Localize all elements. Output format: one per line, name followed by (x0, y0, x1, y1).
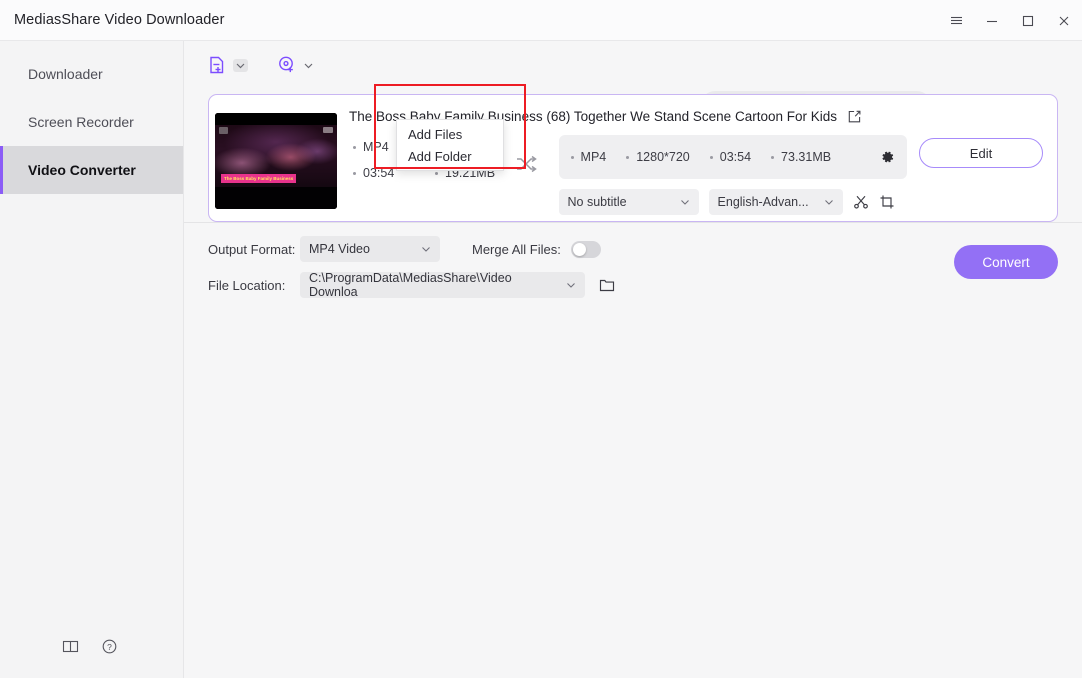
file-location-select[interactable]: C:\ProgramData\MediasShare\Video Downloa (300, 271, 585, 299)
chevron-down-icon (566, 280, 576, 290)
merge-all-files-toggle[interactable] (570, 240, 601, 258)
content-area: Converting Finished The Boss Baby Family… (184, 41, 1082, 678)
value: 73.31MB (781, 150, 832, 164)
output-metadata: MP4 1280*720 03:54 73.31MB (558, 135, 907, 179)
help-icon[interactable]: ? (101, 638, 118, 655)
disc-plus-icon[interactable] (276, 54, 298, 76)
minimize-button[interactable] (974, 0, 1010, 41)
book-icon[interactable] (62, 638, 79, 655)
bullet-icon (626, 155, 630, 159)
bullet-icon (435, 171, 438, 175)
merge-all-files-label: Merge All Files: (472, 241, 561, 257)
subtitle-select[interactable]: No subtitle (558, 189, 699, 215)
task-list: The Boss Baby Family Business (68) Toget… (184, 94, 1082, 222)
value: 03:54 (719, 150, 752, 164)
menu-button[interactable] (938, 0, 974, 41)
task-card: The Boss Baby Family Business (68) Toget… (208, 94, 1058, 222)
sidebar-item-screen-recorder[interactable]: Screen Recorder (0, 98, 183, 146)
bullet-icon (353, 171, 356, 175)
output-format-value: MP4 Video (309, 242, 370, 256)
app-title: MediasShare Video Downloader (14, 12, 225, 28)
thumbnail-badge-left (219, 127, 228, 134)
sidebar-item-label: Video Converter (28, 162, 136, 178)
add-files-dropdown-menu: Add Files Add Folder (396, 119, 504, 171)
scissors-icon[interactable] (853, 194, 869, 210)
output-format-row: Output Format: MP4 Video Merge All Files… (208, 234, 1082, 264)
add-disc-control[interactable] (276, 54, 314, 76)
output-settings: MP4 1280*720 03:54 73.31MB No subtitle E… (558, 133, 907, 215)
edit-square-icon[interactable] (847, 109, 862, 124)
bullet-icon (570, 155, 574, 159)
file-plus-icon[interactable] (206, 54, 228, 76)
sidebar-nav: Downloader Screen Recorder Video Convert… (0, 41, 183, 194)
track-controls: No subtitle English-Advan... (558, 189, 907, 215)
sidebar-footer: ? (0, 614, 183, 678)
bullet-icon (771, 155, 775, 159)
crop-icon[interactable] (879, 194, 895, 210)
output-size: 73.31MB (771, 150, 831, 164)
thumbnail-caption: The Boss Baby Family Business (221, 174, 297, 183)
footer-bar: Output Format: MP4 Video Merge All Files… (184, 222, 1082, 302)
value: MP4 (363, 140, 389, 154)
output-format-label: Output Format: (208, 241, 296, 257)
add-files-control[interactable] (206, 54, 248, 76)
convert-button[interactable]: Convert (954, 245, 1058, 279)
thumbnail-badge-right (323, 127, 333, 133)
sidebar-item-label: Downloader (28, 66, 103, 82)
output-duration: 03:54 (709, 150, 752, 164)
close-button[interactable] (1046, 0, 1082, 41)
value: 1280*720 (636, 150, 690, 164)
sidebar-item-downloader[interactable]: Downloader (0, 50, 183, 98)
menu-item-add-folder[interactable]: Add Folder (397, 145, 503, 167)
file-location-value: C:\ProgramData\MediasShare\Video Downloa (309, 271, 512, 299)
output-resolution: 1280*720 (626, 150, 690, 164)
chevron-down-icon (824, 197, 834, 207)
bullet-icon (353, 145, 356, 149)
file-location-row: File Location: C:\ProgramData\MediasShar… (208, 270, 1082, 300)
file-location-label: File Location: (208, 277, 286, 293)
svg-text:?: ? (107, 642, 112, 652)
video-thumbnail: The Boss Baby Family Business (215, 113, 337, 209)
chevron-down-icon[interactable] (303, 60, 314, 71)
chevron-down-icon (421, 244, 431, 254)
title-bar: MediasShare Video Downloader (0, 0, 1082, 41)
value: 03:54 (363, 166, 395, 180)
maximize-button[interactable] (1010, 0, 1046, 41)
thumbnail-letterbox-top (215, 113, 337, 125)
edit-button[interactable]: Edit (919, 138, 1043, 168)
application-window: MediasShare Video Downloader Downloader (0, 0, 1082, 678)
sidebar-item-label: Screen Recorder (28, 114, 134, 130)
output-format: MP4 (570, 150, 607, 164)
chevron-down-icon (680, 197, 690, 207)
sidebar: Downloader Screen Recorder Video Convert… (0, 41, 184, 678)
converter-toolbar (184, 41, 1082, 89)
gear-icon[interactable] (879, 149, 895, 165)
menu-item-add-files[interactable]: Add Files (397, 123, 503, 145)
shuffle-arrows-icon (515, 155, 537, 173)
output-format-select[interactable]: MP4 Video (300, 236, 440, 262)
main-body: Downloader Screen Recorder Video Convert… (0, 41, 1082, 678)
chevron-down-icon[interactable] (233, 58, 248, 72)
sidebar-item-video-converter[interactable]: Video Converter (0, 146, 183, 194)
bullet-icon (709, 155, 713, 159)
audio-track-value: English-Advan... (717, 195, 809, 209)
thumbnail-letterbox-bottom (215, 187, 337, 209)
window-controls (938, 0, 1082, 41)
folder-icon[interactable] (599, 277, 615, 293)
value: MP4 (580, 150, 607, 164)
subtitle-value: No subtitle (567, 195, 627, 209)
audio-track-select[interactable]: English-Advan... (708, 189, 843, 215)
